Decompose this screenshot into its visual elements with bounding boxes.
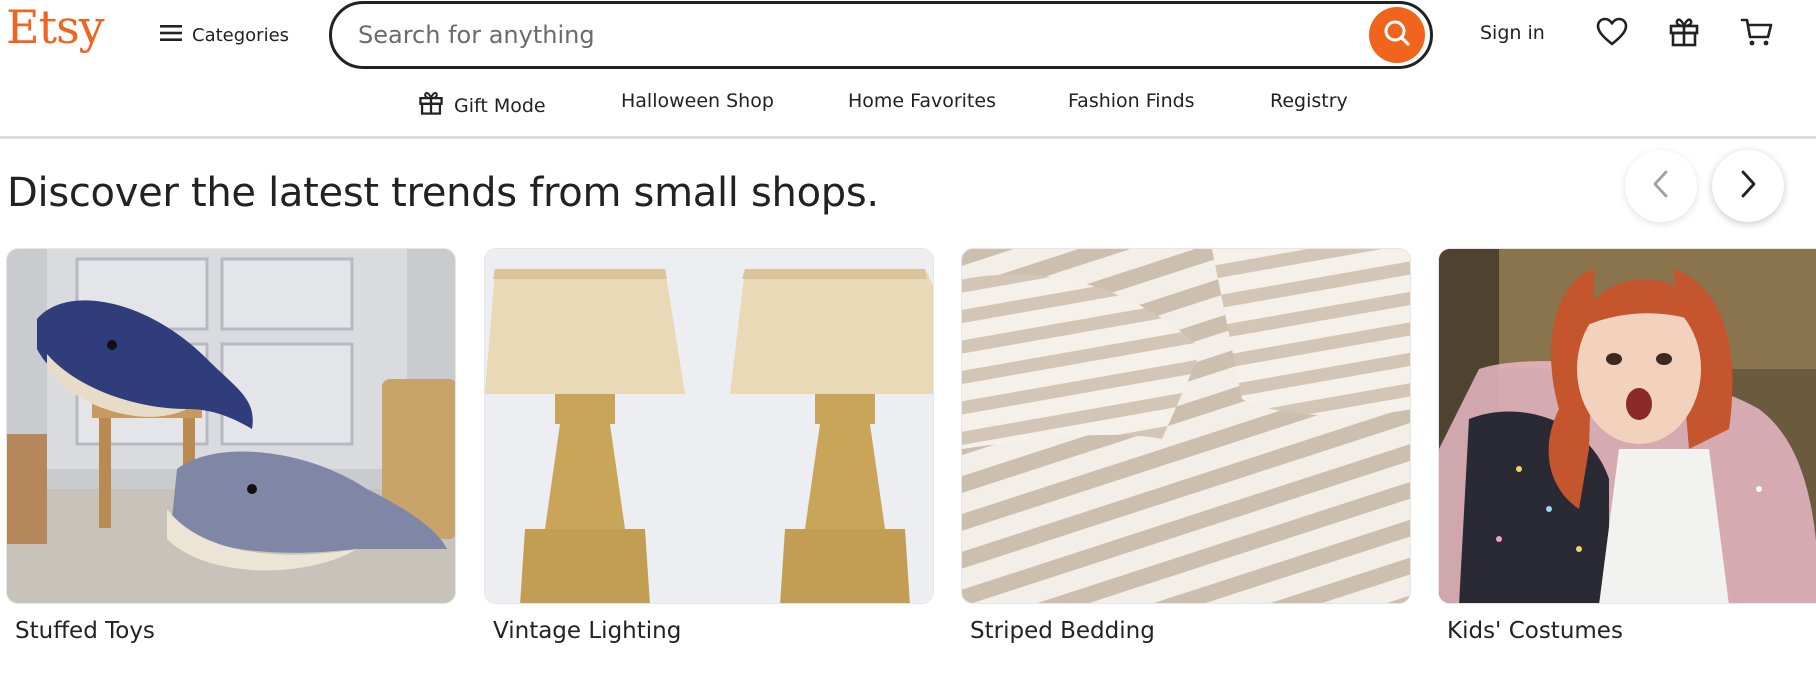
subnav-label: Halloween Shop: [621, 90, 774, 112]
heart-icon: [1596, 17, 1628, 51]
cart-icon: [1740, 16, 1774, 52]
subnav-label: Registry: [1270, 90, 1348, 112]
subnav-label: Home Favorites: [848, 90, 996, 112]
sub-navigation: Gift Mode Halloween Shop Home Favorites …: [0, 84, 1816, 124]
category-card-vintage-lighting[interactable]: Vintage Lighting: [484, 248, 934, 644]
search-bar: [329, 1, 1433, 69]
category-card-kids-costumes[interactable]: Kids' Costumes: [1438, 248, 1816, 644]
categories-label: Categories: [192, 24, 290, 46]
header-divider: [0, 136, 1816, 139]
section-title: Discover the latest trends from small sh…: [7, 170, 879, 216]
gift-button[interactable]: [1666, 16, 1702, 52]
search-button[interactable]: [1369, 7, 1425, 63]
card-label: Stuffed Toys: [15, 618, 155, 644]
card-image: [6, 248, 456, 604]
search-input[interactable]: [358, 4, 1318, 66]
card-image: [484, 248, 934, 604]
card-image: [961, 248, 1411, 604]
subnav-label: Fashion Finds: [1068, 90, 1195, 112]
card-label: Striped Bedding: [970, 618, 1155, 644]
chevron-right-icon: [1737, 169, 1759, 203]
favorites-button[interactable]: [1594, 16, 1630, 52]
menu-icon: [160, 23, 182, 48]
cart-button[interactable]: [1739, 16, 1775, 52]
search-icon: [1382, 18, 1412, 52]
card-label: Vintage Lighting: [493, 618, 682, 644]
sign-in-link[interactable]: Sign in: [1480, 22, 1545, 44]
category-card-stuffed-toys[interactable]: Stuffed Toys: [6, 248, 456, 644]
card-image: [1438, 248, 1816, 604]
subnav-label: Gift Mode: [454, 94, 546, 117]
subnav-fashion-finds[interactable]: Fashion Finds: [1068, 90, 1195, 112]
card-label: Kids' Costumes: [1447, 618, 1623, 644]
site-header: Etsy Categories Sign in: [0, 0, 1816, 72]
subnav-registry[interactable]: Registry: [1270, 90, 1348, 112]
etsy-logo[interactable]: Etsy: [6, 4, 105, 50]
carousel-prev-button[interactable]: [1625, 150, 1697, 222]
subnav-gift-mode[interactable]: Gift Mode: [418, 90, 546, 121]
chevron-left-icon: [1650, 169, 1672, 203]
gift-icon: [1668, 16, 1700, 52]
gift-icon: [418, 90, 444, 121]
category-card-striped-bedding[interactable]: Striped Bedding: [961, 248, 1411, 644]
subnav-home-favorites[interactable]: Home Favorites: [848, 90, 996, 112]
subnav-halloween-shop[interactable]: Halloween Shop: [621, 90, 774, 112]
categories-button[interactable]: Categories: [160, 20, 289, 50]
carousel-next-button[interactable]: [1712, 150, 1784, 222]
